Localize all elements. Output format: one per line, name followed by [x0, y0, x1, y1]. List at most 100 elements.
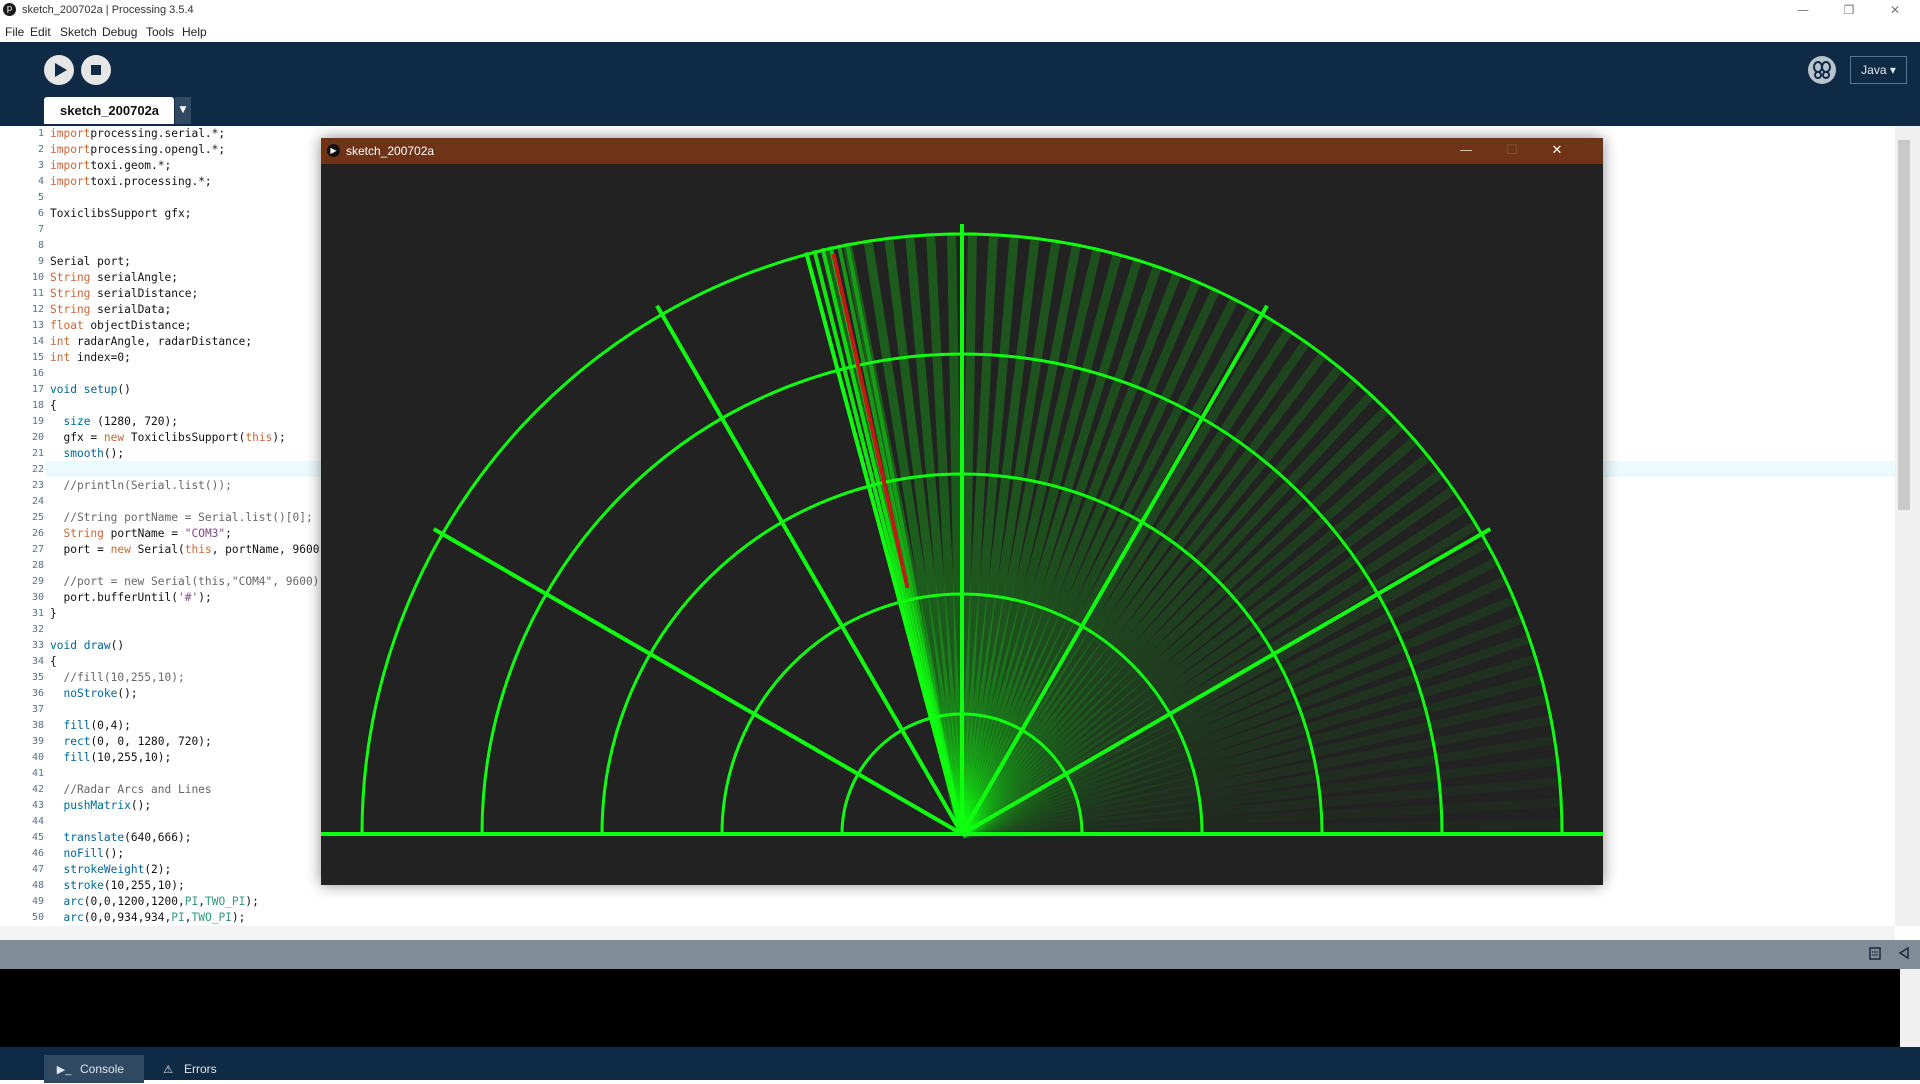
- line-number: 11: [31, 288, 44, 299]
- line-number: 23: [31, 480, 44, 491]
- line-number: 15: [31, 352, 44, 363]
- tab-menu-button[interactable]: ▼: [175, 97, 191, 124]
- line-number: 6: [37, 208, 44, 219]
- code-line[interactable]: fill(10,255,10);: [50, 750, 171, 766]
- code-line[interactable]: rect(0, 0, 1280, 720);: [50, 734, 211, 750]
- sketch-minimize-button[interactable]: —: [1443, 138, 1489, 164]
- code-line[interactable]: void draw(): [50, 638, 124, 654]
- code-line[interactable]: translate(640,666);: [50, 830, 191, 846]
- code-line[interactable]: void setup(): [50, 382, 131, 398]
- editor-scroll-thumb[interactable]: [1898, 140, 1910, 510]
- line-number: 24: [31, 496, 44, 507]
- code-line[interactable]: String portName = "COM3";: [50, 526, 231, 542]
- code-line[interactable]: pushMatrix();: [50, 798, 151, 814]
- code-line[interactable]: //port = new Serial(this,"COM4", 9600);: [50, 574, 326, 590]
- code-line[interactable]: arc(0,0,1200,1200,PI,TWO_PI);: [50, 894, 258, 910]
- code-line[interactable]: {: [50, 654, 57, 670]
- line-number: 37: [31, 704, 44, 715]
- line-number: 3: [37, 160, 44, 171]
- code-line[interactable]: noFill();: [50, 846, 124, 862]
- close-button[interactable]: ✕: [1872, 0, 1918, 21]
- code-line[interactable]: String serialDistance;: [50, 286, 198, 302]
- toolbar: [0, 42, 1920, 126]
- menu-sketch[interactable]: Sketch: [60, 25, 97, 39]
- clipboard-icon[interactable]: [1868, 946, 1882, 960]
- line-number: 27: [31, 544, 44, 555]
- line-number: 9: [37, 256, 44, 267]
- line-number: 12: [31, 304, 44, 315]
- code-line[interactable]: float objectDistance;: [50, 318, 191, 334]
- line-number: 30: [31, 592, 44, 603]
- line-number: 21: [31, 448, 44, 459]
- console-scrollbar[interactable]: [1900, 969, 1920, 1047]
- errors-tab[interactable]: ⚠ Errors: [148, 1055, 248, 1083]
- line-number: 50: [31, 912, 44, 923]
- line-number: 26: [31, 528, 44, 539]
- code-line[interactable]: ToxiclibsSupport gfx;: [50, 206, 191, 222]
- code-line[interactable]: //fill(10,255,10);: [50, 670, 184, 686]
- code-line[interactable]: //Radar Arcs and Lines: [50, 782, 211, 798]
- line-number: 8: [37, 240, 44, 251]
- run-button[interactable]: [44, 55, 74, 85]
- editor-horizontal-scrollbar[interactable]: [0, 926, 1895, 940]
- console-tab[interactable]: ▶_ Console: [44, 1055, 144, 1083]
- debugger-button[interactable]: [1808, 56, 1836, 84]
- line-number: 19: [31, 416, 44, 427]
- code-line[interactable]: arc(0,0,934,934,PI,TWO_PI);: [50, 910, 245, 926]
- code-line[interactable]: noStroke();: [50, 686, 137, 702]
- sketch-window[interactable]: ▶ sketch_200702a — ☐ ✕: [321, 138, 1603, 885]
- minimize-button[interactable]: —: [1780, 0, 1826, 21]
- status-bar: [0, 940, 1920, 969]
- code-line[interactable]: port.bufferUntil('#');: [50, 590, 211, 606]
- tab-label: sketch_200702a: [60, 103, 160, 118]
- line-number: 34: [31, 656, 44, 667]
- radar-spoke: [432, 527, 963, 836]
- stop-button[interactable]: [81, 55, 111, 85]
- menu-help[interactable]: Help: [182, 25, 207, 39]
- tab-sketch[interactable]: sketch_200702a: [44, 97, 174, 124]
- code-line[interactable]: }: [50, 606, 57, 622]
- menu-debug[interactable]: Debug: [102, 25, 137, 39]
- menu-file[interactable]: File: [5, 25, 24, 39]
- code-line[interactable]: Serial port;: [50, 254, 131, 270]
- butterfly-icon: [1813, 61, 1831, 79]
- menu-edit[interactable]: Edit: [30, 25, 51, 39]
- menu-tools[interactable]: Tools: [146, 25, 174, 39]
- code-line[interactable]: String serialData;: [50, 302, 171, 318]
- sketch-window-titlebar[interactable]: ▶ sketch_200702a — ☐ ✕: [321, 138, 1603, 164]
- code-line[interactable]: gfx = new ToxiclibsSupport(this);: [50, 430, 285, 446]
- code-line[interactable]: String serialAngle;: [50, 270, 178, 286]
- line-number: 18: [31, 400, 44, 411]
- line-number: 45: [31, 832, 44, 843]
- code-line[interactable]: size (1280, 720);: [50, 414, 178, 430]
- code-line[interactable]: stroke(10,255,10);: [50, 878, 184, 894]
- code-line[interactable]: //println(Serial.list());: [50, 478, 231, 494]
- mode-selector[interactable]: Java ▾: [1850, 56, 1907, 84]
- code-line[interactable]: smooth();: [50, 446, 124, 462]
- code-line[interactable]: importprocessing.serial.*;: [50, 126, 225, 142]
- line-number: 33: [31, 640, 44, 651]
- collapse-console-icon[interactable]: [1898, 947, 1910, 959]
- sketch-close-button[interactable]: ✕: [1534, 138, 1580, 164]
- code-line[interactable]: int radarAngle, radarDistance;: [50, 334, 252, 350]
- code-line[interactable]: importtoxi.processing.*;: [50, 174, 212, 190]
- line-number: 5: [37, 192, 44, 203]
- code-line[interactable]: fill(0,4);: [50, 718, 130, 734]
- code-line[interactable]: importprocessing.opengl.*;: [50, 142, 225, 158]
- sketch-maximize-button[interactable]: ☐: [1489, 138, 1535, 164]
- code-line[interactable]: strokeWeight(2);: [50, 862, 171, 878]
- line-number: 28: [31, 560, 44, 571]
- errors-tab-label: Errors: [184, 1062, 217, 1076]
- console-output[interactable]: [0, 969, 1900, 1047]
- code-line[interactable]: importtoxi.geom.*;: [50, 158, 171, 174]
- line-number: 31: [31, 608, 44, 619]
- restore-button[interactable]: ❐: [1826, 0, 1872, 21]
- processing-app-icon: p: [3, 3, 16, 16]
- stop-icon: [91, 65, 101, 75]
- code-line[interactable]: //String portName = Serial.list()[0];: [50, 510, 312, 526]
- code-line[interactable]: {: [50, 398, 57, 414]
- code-line[interactable]: int index=0;: [50, 350, 131, 366]
- line-number: 10: [31, 272, 44, 283]
- line-number: 17: [31, 384, 44, 395]
- code-line[interactable]: port = new Serial(this, portName, 9600);: [50, 542, 332, 558]
